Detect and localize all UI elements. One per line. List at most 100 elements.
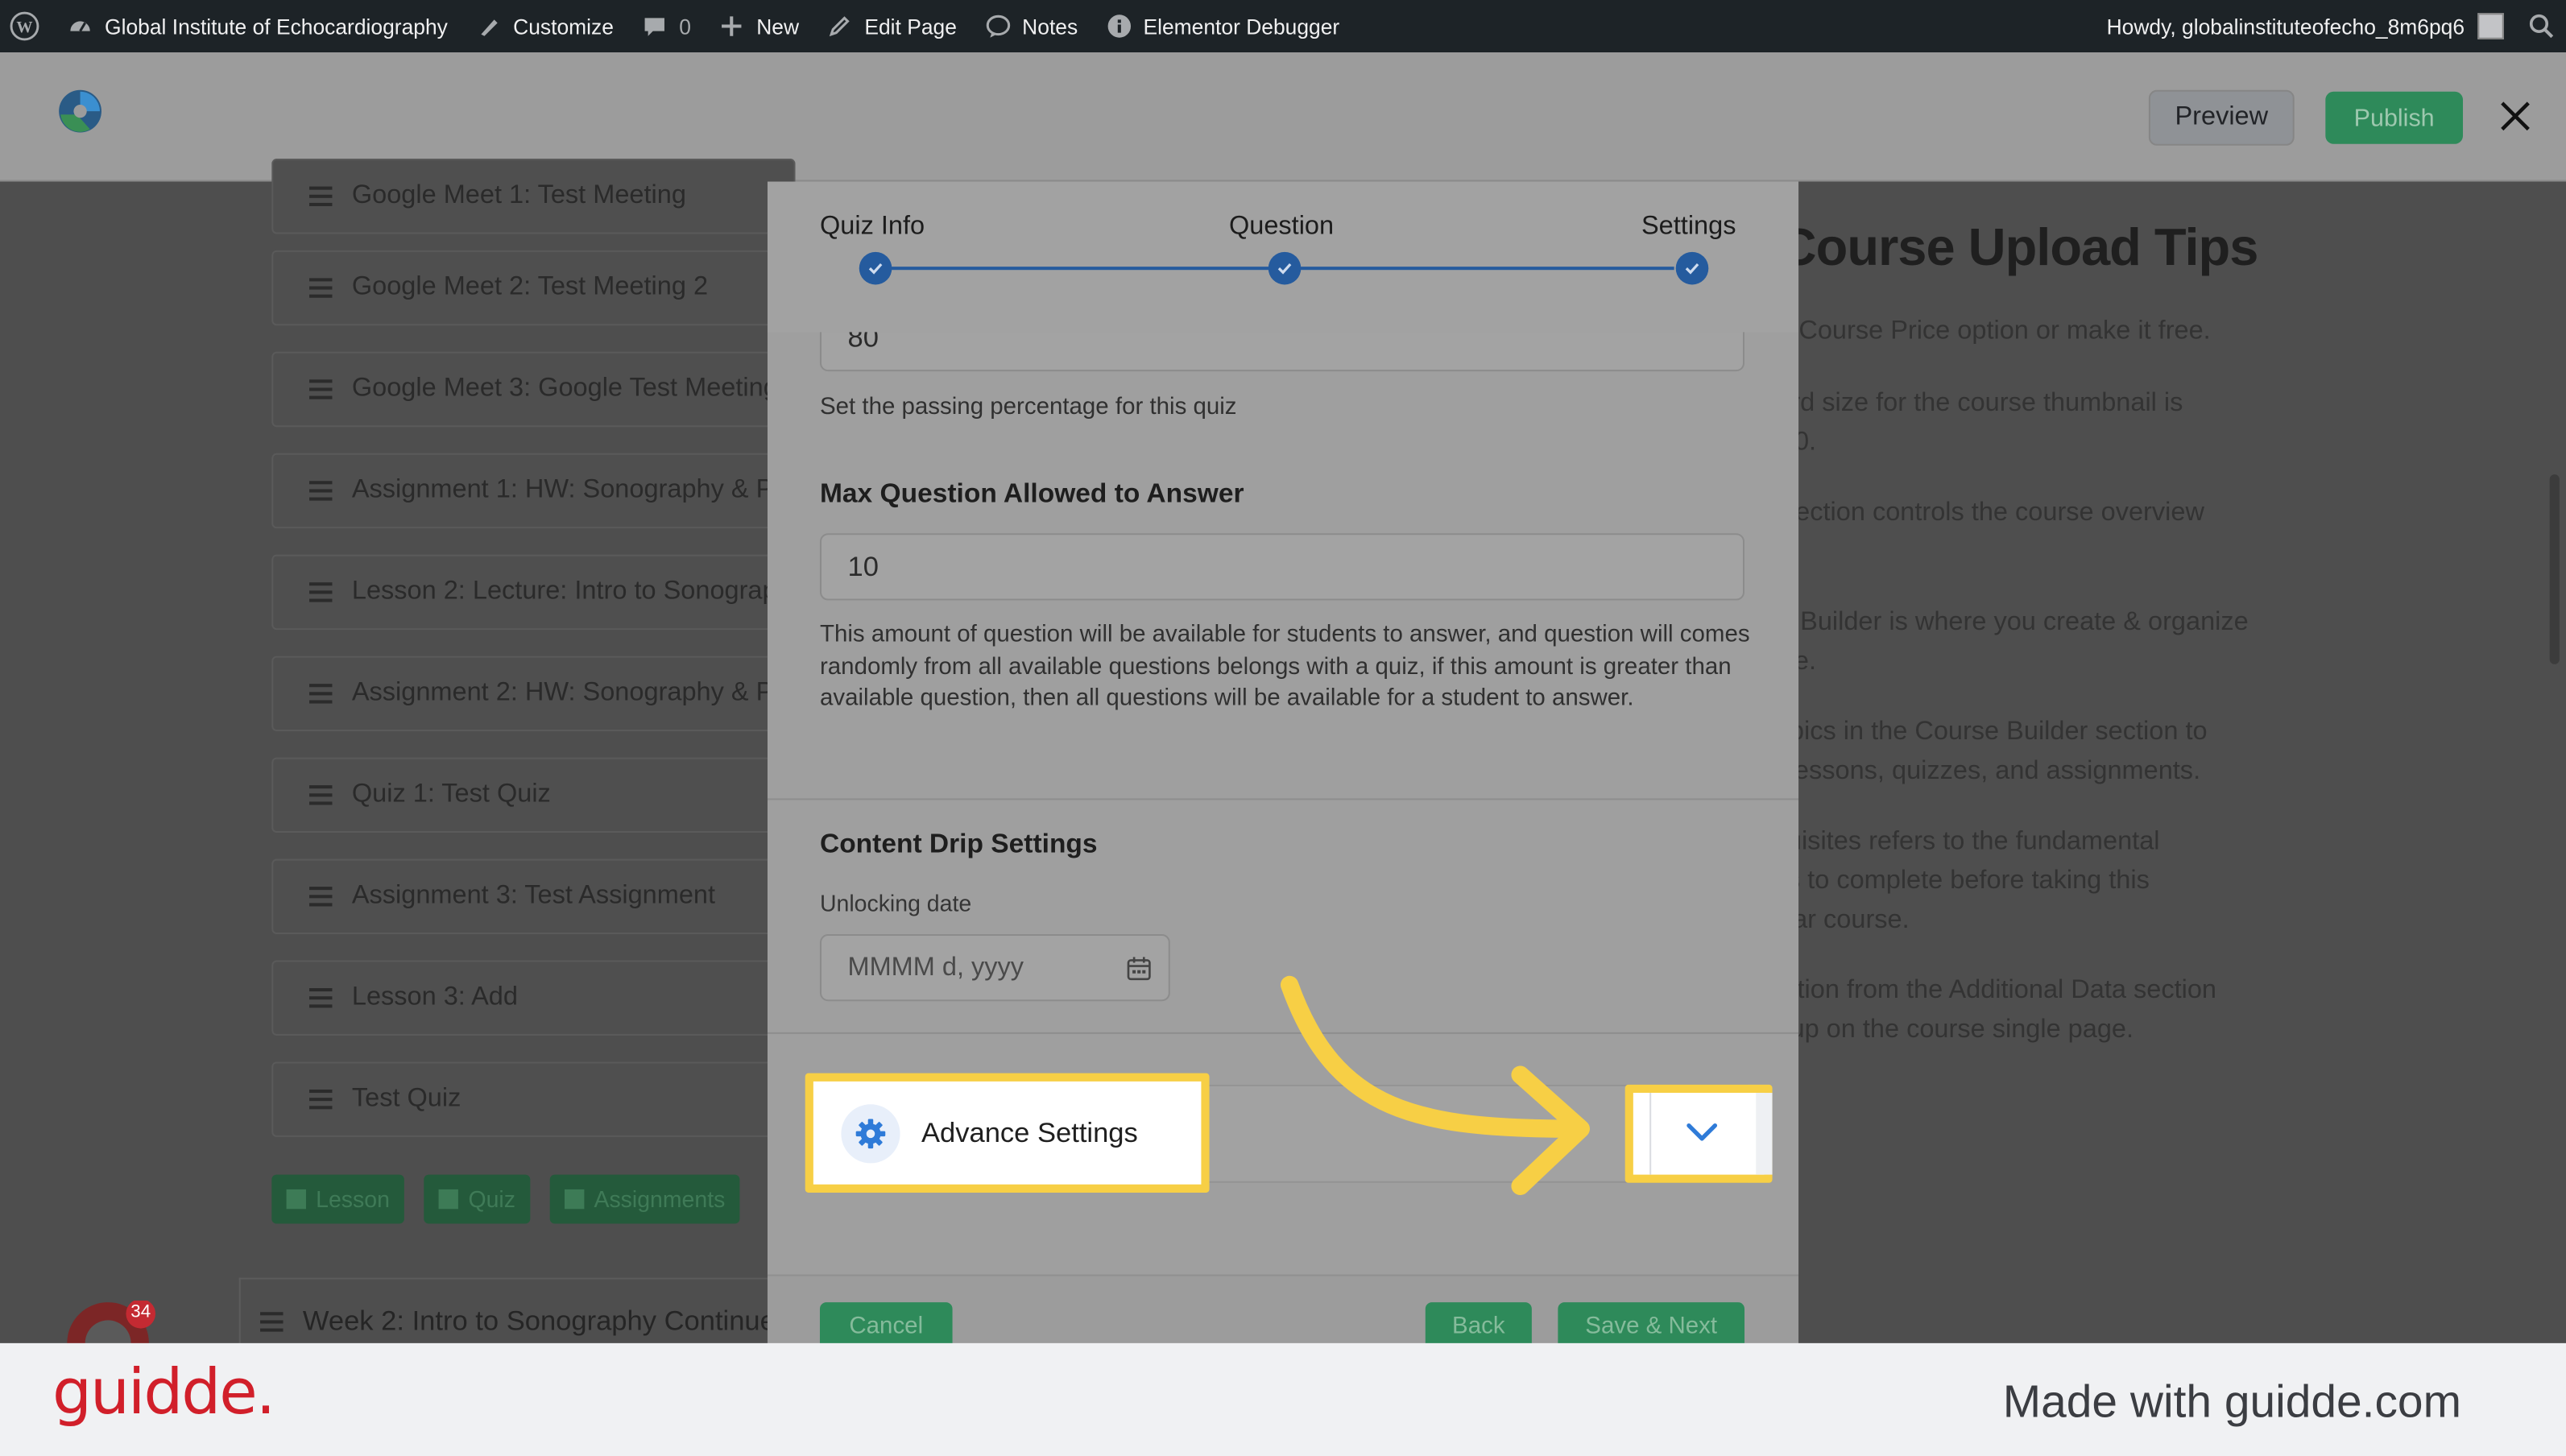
- curriculum-item-label: Google Meet 3: Google Test Meeting: [351, 374, 778, 403]
- curriculum-item[interactable]: Quiz 1: Test Quiz: [271, 757, 796, 833]
- guidde-logo: guidde.: [52, 1356, 275, 1429]
- page-scrollbar[interactable]: [2549, 474, 2560, 664]
- chevron-down-icon: [1686, 1121, 1719, 1152]
- tip-item: Video section controls the course overvi…: [1798, 498, 2204, 527]
- pencil-icon: [826, 11, 855, 41]
- curriculum-item[interactable]: Lesson 3: Add: [271, 960, 796, 1036]
- curriculum-item-label: Assignment 3: Test Assignment: [351, 881, 716, 910]
- unlocking-date-input[interactable]: MMMM d, yyyy: [819, 933, 1170, 1002]
- drag-handle-icon[interactable]: [309, 379, 333, 399]
- advance-settings-title[interactable]: Advance Settings: [841, 1104, 1138, 1164]
- add-assignment-label: Assignments: [594, 1185, 726, 1213]
- drag-handle-icon[interactable]: [309, 785, 333, 805]
- tip-item: Standard size for the course thumbnail i…: [1798, 389, 2183, 457]
- tutor-logo-icon[interactable]: [57, 89, 103, 134]
- curriculum-item[interactable]: Google Meet 1: Test Meeting: [271, 159, 796, 234]
- site-name-link[interactable]: Global Institute of Echocardiography: [52, 0, 461, 52]
- curriculum-item-label: Assignment 2: HW: Sonography & Physics: [351, 679, 794, 707]
- curriculum-item[interactable]: Google Meet 2: Test Meeting 2: [271, 250, 796, 326]
- drag-handle-icon[interactable]: [309, 186, 333, 206]
- preview-button[interactable]: Preview: [2148, 89, 2295, 146]
- comments-count: 0: [679, 14, 691, 39]
- unlocking-date-label: Unlocking date: [819, 890, 972, 916]
- step-question[interactable]: Question: [1229, 213, 1334, 242]
- course-upload-tips-panel: Course Upload Tips Set the Course Price …: [1798, 181, 2566, 1359]
- new-label: New: [756, 14, 800, 39]
- notes-label: Notes: [1022, 14, 1078, 39]
- drag-handle-icon[interactable]: [309, 887, 333, 907]
- drag-handle-icon[interactable]: [309, 582, 333, 602]
- curriculum-item[interactable]: Google Meet 3: Google Test Meeting: [271, 351, 796, 428]
- content-drip-label: Content Drip Settings: [819, 829, 1098, 859]
- edit-page-label: Edit Page: [864, 14, 957, 39]
- drag-handle-icon[interactable]: [309, 684, 333, 704]
- check-icon: [1268, 251, 1302, 285]
- comments-link[interactable]: 0: [627, 0, 704, 52]
- comment-icon: [639, 11, 669, 41]
- elementor-debugger-link[interactable]: Elementor Debugger: [1091, 0, 1352, 52]
- drag-handle-icon[interactable]: [309, 988, 333, 1008]
- add-quiz-label: Quiz: [468, 1185, 515, 1213]
- notes-link[interactable]: Notes: [970, 0, 1091, 52]
- tip-item: Add Topics in the Course Builder section…: [1798, 718, 2208, 786]
- screen: W Global Institute of Echocardiography C…: [0, 0, 2566, 1456]
- expand-advance-settings-button[interactable]: [1624, 1084, 1773, 1183]
- drag-handle-icon[interactable]: [309, 1089, 333, 1110]
- curriculum-item[interactable]: Assignment 3: Test Assignment: [271, 858, 796, 934]
- gear-icon: [841, 1104, 900, 1164]
- passing-grade-help: Set the passing percentage for this quiz: [819, 394, 1237, 421]
- edit-page-link[interactable]: Edit Page: [812, 0, 970, 52]
- section-divider: [767, 798, 1799, 800]
- curriculum-item[interactable]: Assignment 2: HW: Sonography & Physics: [271, 656, 796, 732]
- close-icon[interactable]: [2494, 95, 2537, 138]
- plus-icon: [717, 11, 747, 41]
- badge-count: 34: [130, 1302, 151, 1322]
- wp-admin-bar: W Global Institute of Echocardiography C…: [0, 0, 2566, 53]
- advance-settings-label: Advance Settings: [921, 1117, 1138, 1149]
- add-content-buttons: Lesson Quiz Assignments: [271, 1174, 740, 1224]
- curriculum-item-label: Lesson 3: Add: [351, 982, 518, 1011]
- tip-item: Prerequisites refers to the fundamental …: [1798, 827, 2160, 934]
- info-icon: [1104, 11, 1134, 41]
- quiz-stepper: Quiz Info Question Settings: [767, 181, 1799, 333]
- svg-text:W: W: [16, 19, 32, 36]
- calendar-icon[interactable]: [1126, 955, 1153, 982]
- plus-icon: [438, 1189, 459, 1210]
- drag-handle-icon[interactable]: [260, 1311, 284, 1331]
- add-assignment-button[interactable]: Assignments: [549, 1174, 740, 1224]
- wordpress-logo-button[interactable]: W: [0, 0, 52, 52]
- add-quiz-button[interactable]: Quiz: [424, 1174, 531, 1224]
- drag-handle-icon[interactable]: [309, 278, 333, 298]
- curriculum-item-label: Quiz 1: Test Quiz: [351, 780, 551, 809]
- curriculum-item-label: Lesson 2: Lecture: Intro to Sonography: [351, 577, 796, 606]
- search-icon[interactable]: [2527, 11, 2556, 41]
- user-avatar[interactable]: [2477, 13, 2504, 39]
- publish-button[interactable]: Publish: [2325, 91, 2464, 144]
- customize-label: Customize: [513, 14, 614, 39]
- new-content-link[interactable]: New: [704, 0, 812, 52]
- curriculum-item[interactable]: Test Quiz: [271, 1061, 796, 1137]
- tip-item: Information from the Additional Data sec…: [1798, 976, 2216, 1044]
- curriculum-item[interactable]: Assignment 1: HW: Sonography & Physics: [271, 453, 796, 529]
- check-icon: [859, 251, 892, 285]
- plus-icon: [286, 1189, 306, 1210]
- add-lesson-button[interactable]: Lesson: [271, 1174, 405, 1224]
- step-quiz-info[interactable]: Quiz Info: [820, 213, 925, 242]
- max-question-help: This amount of question will be availabl…: [819, 621, 1750, 712]
- howdy-account-link[interactable]: Howdy, globalinstituteofecho_8m6pq6: [2107, 14, 2465, 38]
- drag-handle-icon[interactable]: [309, 481, 333, 501]
- curriculum-item-label: Google Meet 2: Test Meeting 2: [351, 273, 709, 301]
- max-question-input[interactable]: 10: [819, 533, 1745, 601]
- curriculum-item[interactable]: Lesson 2: Lecture: Intro to Sonography: [271, 554, 796, 631]
- customize-link[interactable]: Customize: [461, 0, 627, 52]
- step-settings[interactable]: Settings: [1641, 213, 1736, 242]
- guidde-footer: guidde. Made with guidde.com: [0, 1342, 2566, 1456]
- button-divider: [1649, 1093, 1652, 1175]
- dashboard-icon: [65, 11, 95, 41]
- topic-title: Week 2: Intro to Sonography Continued: [302, 1305, 780, 1336]
- max-question-label: Max Question Allowed to Answer: [819, 479, 1244, 509]
- plus-icon: [564, 1189, 585, 1210]
- curriculum-item-label: Test Quiz: [351, 1084, 461, 1113]
- date-placeholder: MMMM d, yyyy: [847, 953, 1024, 981]
- tips-title: Course Upload Tips: [1798, 217, 2258, 277]
